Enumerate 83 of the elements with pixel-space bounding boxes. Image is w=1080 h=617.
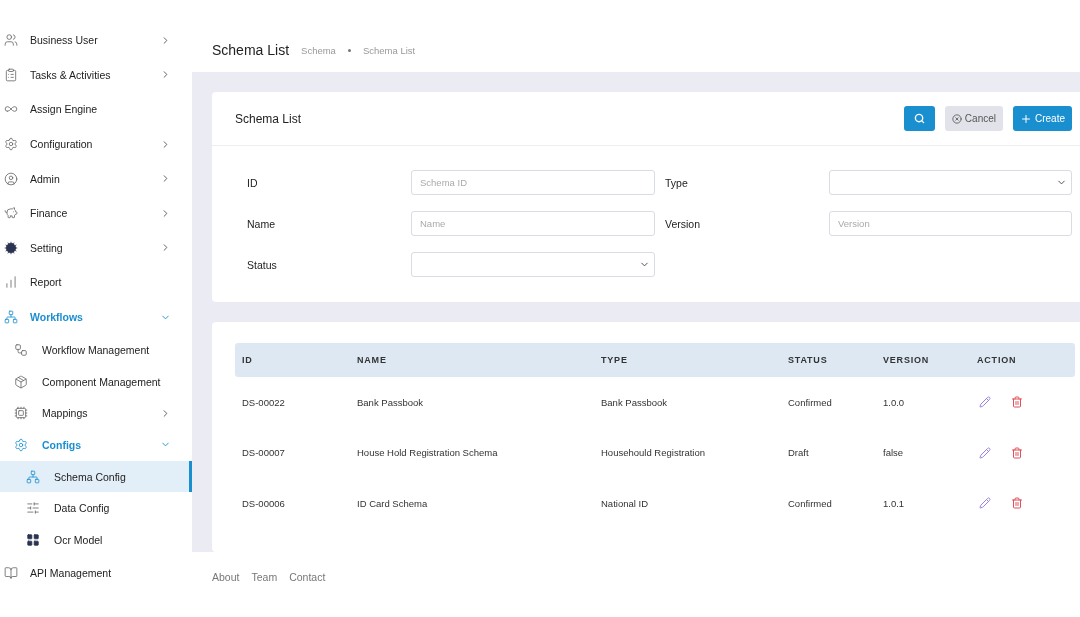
field-label: Type [665, 176, 689, 189]
sidebar-item[interactable]: Ocr Model [0, 523, 192, 556]
edit-icon[interactable] [979, 446, 991, 459]
user-icon [4, 171, 18, 186]
select-field[interactable] [411, 252, 655, 277]
edit-icon[interactable] [979, 497, 991, 510]
workflow-icon [14, 343, 28, 358]
trash-icon[interactable] [1011, 446, 1023, 459]
sliders-icon [26, 501, 40, 516]
grid-icon [26, 532, 40, 547]
cancel-button[interactable]: Cancel [944, 106, 1003, 131]
table-cell-text: DS-00007 [242, 447, 286, 459]
table-cell-text: House Hold Registration Schema [357, 447, 499, 459]
hierarchy-icon [26, 469, 40, 484]
separator-dot [347, 48, 351, 52]
create-button[interactable]: Create [1013, 106, 1072, 131]
chip-icon [14, 406, 28, 421]
search-button[interactable] [903, 106, 935, 131]
column-header: VERSION [883, 355, 931, 365]
text-field[interactable]: Schema ID [411, 170, 655, 195]
table-cell-text: Bank Passbook [357, 396, 424, 408]
piggy-bank-icon [4, 206, 18, 221]
trash-icon[interactable] [1011, 497, 1023, 510]
column-header: ACTION [977, 355, 1018, 365]
sidebar-item[interactable]: Setting [0, 230, 192, 266]
card-title: Schema List [235, 111, 303, 126]
table-cell-text: DS-00006 [242, 497, 286, 509]
chart-icon [4, 275, 18, 290]
sidebar-item[interactable]: Schema Config [0, 460, 192, 493]
edit-icon[interactable] [979, 396, 991, 409]
select-field[interactable] [829, 170, 1072, 195]
column-header: TYPE [601, 355, 629, 365]
table-cell-text: Draft [788, 447, 810, 459]
table-cell-text: Confirmed [788, 497, 833, 509]
field-label: ID [247, 176, 259, 189]
field-label: Version [665, 217, 702, 230]
field-label: Name [247, 217, 276, 230]
table-cell-text: Confirmed [788, 396, 833, 408]
footer-link[interactable]: Team [251, 571, 278, 617]
sidebar-item[interactable]: Workflows [0, 299, 192, 335]
table-cell-text: 1.0.0 [883, 396, 906, 408]
sidebar-item[interactable]: Data Config [0, 492, 192, 524]
plus-icon [1020, 112, 1032, 125]
table-cell-text: false [883, 447, 905, 459]
book-icon [4, 565, 18, 580]
sidebar-item[interactable]: Configs [0, 429, 192, 461]
text-field[interactable]: Version [829, 211, 1072, 236]
page-title: Schema List [212, 42, 290, 58]
gear-icon [4, 240, 18, 255]
footer-link[interactable]: About [212, 571, 240, 617]
sidebar-item[interactable]: Finance [0, 195, 192, 231]
sidebar-item[interactable]: Configuration [0, 126, 192, 162]
breadcrumb-item: Schema List [362, 44, 416, 56]
table-cell-text: 1.0.1 [883, 497, 906, 509]
clipboard-icon [4, 67, 18, 82]
search-icon [913, 113, 925, 124]
sidebar-item[interactable]: Component Management [0, 365, 192, 398]
sidebar-item[interactable]: API Management [0, 555, 192, 591]
table-cell-text: National ID [601, 497, 649, 509]
table-cell-text: Househould Registration [601, 447, 707, 459]
column-header: NAME [357, 355, 388, 365]
trash-icon[interactable] [1011, 396, 1023, 409]
text-field[interactable]: Name [411, 211, 655, 236]
table-cell-text: DS-00022 [242, 396, 286, 408]
gear-icon [4, 137, 18, 152]
sidebar-item[interactable]: Business User [0, 23, 192, 58]
box-icon [14, 374, 28, 389]
users-icon [4, 33, 18, 48]
gear-icon [14, 437, 28, 452]
column-header: ID [242, 355, 254, 365]
footer-link[interactable]: Contact [289, 571, 326, 617]
table-cell-text: ID Card Schema [357, 497, 429, 509]
sidebar-item[interactable]: Report [0, 265, 192, 300]
sidebar-item[interactable]: Assign Engine [0, 92, 192, 127]
close-icon [951, 113, 962, 124]
sidebar-item[interactable]: Admin [0, 161, 192, 196]
table-cell-text: Bank Passbook [601, 396, 668, 408]
sidebar-item[interactable]: Tasks & Activities [0, 57, 192, 93]
sidebar-item[interactable]: Workflow Management [0, 334, 192, 366]
field-label: Status [247, 258, 278, 271]
column-header: STATUS [788, 355, 829, 365]
hierarchy-icon [4, 310, 18, 325]
sidebar-item[interactable]: Mappings [0, 397, 192, 430]
